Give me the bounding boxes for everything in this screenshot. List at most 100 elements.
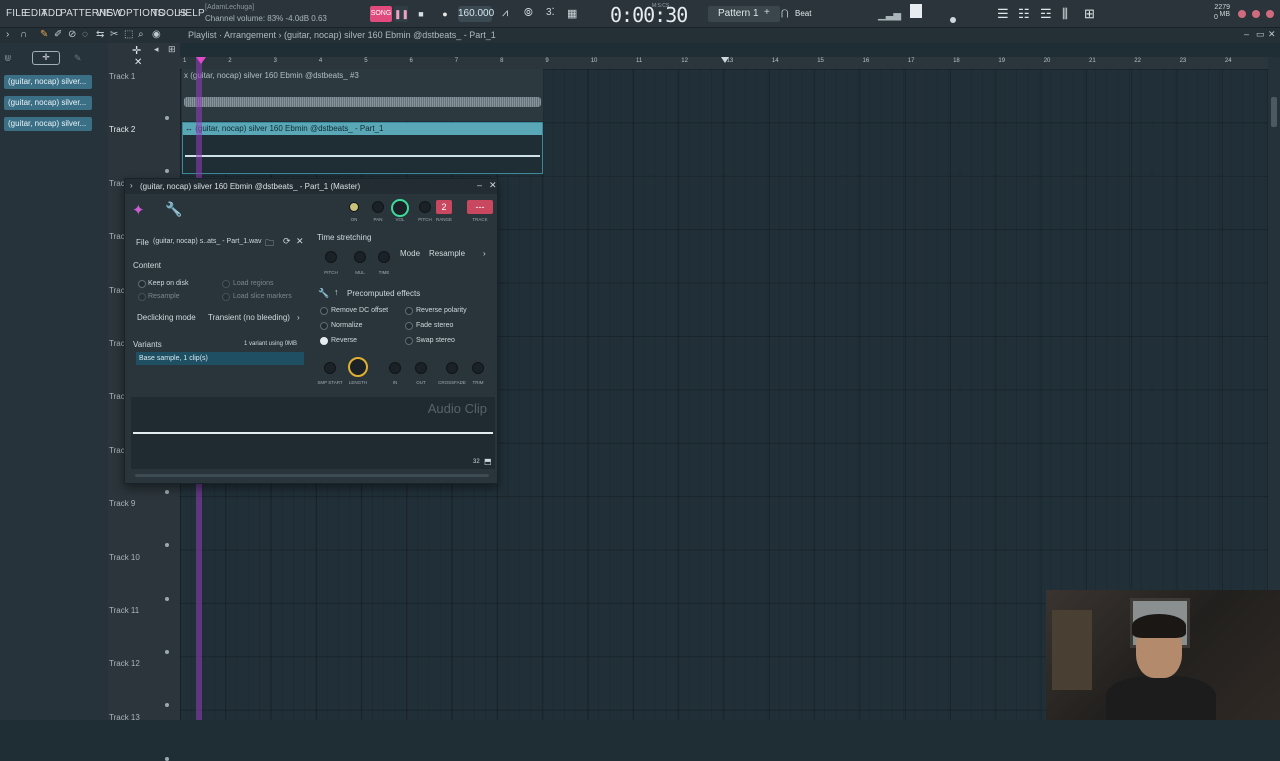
piano-roll-icon[interactable]: ☷ [1018,6,1030,22]
variant-list-item[interactable]: Base sample, 1 clip(s) [136,352,304,365]
remove-dc-radio[interactable] [320,307,328,315]
track-label[interactable]: Track 9 [109,499,135,508]
sample-waveform-view[interactable]: Audio Clip 32 ⬒ [131,397,495,469]
normalize-radio[interactable] [320,322,328,330]
track-options-icon[interactable]: ◂ [154,44,159,55]
select-tool-icon[interactable]: ⬚ [124,29,133,40]
close-x-icon[interactable]: ✕ [134,57,142,68]
waveform-scrollbar[interactable] [135,474,489,477]
browser-edit-icon[interactable]: ✎ [74,53,82,64]
track-label[interactable]: Track 13 [109,713,140,722]
volume-knob[interactable] [391,199,409,217]
paint-tool-icon[interactable]: ✐ [54,29,62,40]
reload-icon[interactable]: ⟳ [283,236,291,247]
zoom-tool-icon[interactable]: ⌕ [138,29,144,40]
slice-tool-icon[interactable]: ✂ [110,29,118,40]
breadcrumb[interactable]: Playlist · Arrangement › (guitar, nocap)… [188,30,496,40]
zoom-icon[interactable]: ⬒ [484,457,492,466]
add-track-icon[interactable]: ✛ [132,44,141,57]
load-slice-markers-radio[interactable] [222,293,230,301]
chevron-right-icon[interactable]: › [483,249,486,258]
trim-knob[interactable] [472,362,484,374]
pitch-knob[interactable] [419,201,431,213]
ts-mul-knob[interactable] [354,251,366,263]
file-name[interactable]: (guitar, nocap) s..ats_ - Part_1.wav [153,238,262,245]
song-time-display[interactable]: 0:00:30 [610,3,688,27]
fade-in-knob[interactable] [389,362,401,374]
browser-mode-button[interactable]: ✛ [32,51,60,65]
minimize-window-icon[interactable]: – [477,180,482,190]
mode-select[interactable]: Resample [429,249,465,258]
expand-arrow-icon[interactable]: › [130,181,133,190]
track-mute-dot[interactable] [165,756,169,761]
magnet-snap-icon[interactable]: ∩ [20,29,27,40]
pan-knob[interactable] [372,201,384,213]
arrow-right-icon[interactable]: › [6,29,9,40]
track-label[interactable]: Track 11 [109,606,139,615]
track-label[interactable]: Track 2 [109,125,135,134]
close-icon[interactable] [1266,10,1274,18]
playlist-icon[interactable]: ☰ [997,6,1009,22]
pitch-range-value[interactable]: 2 [436,200,452,214]
mute-tool-icon[interactable]: ◌ [82,29,88,40]
marker-triangle-icon[interactable] [721,57,729,63]
fade-out-knob[interactable] [415,362,427,374]
reverse-polarity-radio[interactable] [405,307,413,315]
track-label[interactable]: Track 1 [109,72,135,81]
minimize-playlist-icon[interactable]: – [1244,29,1249,39]
clear-file-icon[interactable]: ✕ [296,236,304,247]
wrench-small-icon[interactable]: 🔧 [318,288,329,299]
sample-start-knob[interactable] [324,362,336,374]
record-button[interactable]: ● [438,6,452,22]
window-title[interactable]: (guitar, nocap) silver 160 Ebmin @dstbea… [125,179,497,194]
swap-stereo-radio[interactable] [405,337,413,345]
track-mute-dot[interactable] [165,596,169,601]
stop-button[interactable]: ■ [414,6,428,22]
resample-radio[interactable] [138,293,146,301]
audio-clip-icon[interactable]: ✦ [132,201,145,219]
track-label[interactable]: Track 12 [109,659,140,668]
browser-filter-icon[interactable]: ⋓ [4,53,24,65]
declicking-select[interactable]: Transient (no bleeding) [208,313,290,322]
draw-tool-icon[interactable]: ✎ [40,29,48,40]
add-pattern-icon[interactable]: + [764,7,770,18]
crossfade-knob[interactable] [446,362,458,374]
track-menu-icon[interactable]: ⊞ [168,44,176,55]
countdown-icon[interactable]: 3⁚ [546,7,555,18]
scroll-thumb[interactable] [1271,97,1277,127]
audio-clip-track1[interactable]: x (guitar, nocap) silver 160 Ebmin @dstb… [182,69,543,121]
channel-on-toggle[interactable] [349,202,359,212]
browser-icon[interactable]: ⊞ [1084,6,1095,22]
close-window-icon[interactable]: ✕ [489,180,497,191]
track-mute-dot[interactable] [165,489,169,494]
metronome-icon[interactable]: ⩘ [502,7,508,20]
chevron-right-icon[interactable]: › [297,313,300,322]
browser-item[interactable]: (guitar, nocap) silver... [4,117,92,131]
typing-keyboard-icon[interactable]: ▦ [567,7,577,20]
playback-tool-icon[interactable]: ◉ [152,29,161,40]
fade-stereo-radio[interactable] [405,322,413,330]
browser-item[interactable]: (guitar, nocap) silver... [4,96,92,110]
load-regions-radio[interactable] [222,280,230,288]
snap-selector[interactable]: Beat [795,9,811,18]
song-mode-button[interactable]: SONG [370,6,392,22]
track-label[interactable]: Track 10 [109,553,140,562]
arrow-up-icon[interactable]: ↑ [334,287,339,297]
mixer-icon[interactable]: ⫼ [1062,6,1068,22]
wrench-icon[interactable]: 🔧 [165,201,182,218]
slip-tool-icon[interactable]: ⇆ [96,29,104,40]
ts-pitch-knob[interactable] [325,251,337,263]
track-mute-dot[interactable] [165,116,169,120]
audio-clip-track2[interactable]: ↔ (guitar, nocap) silver 160 Ebmin @dstb… [182,122,543,174]
maximize-icon[interactable] [1252,10,1260,18]
wait-record-icon[interactable]: ⦾ [524,7,533,20]
mixer-track-value[interactable]: --- [467,200,493,214]
browser-item[interactable]: (guitar, nocap) silver... [4,75,92,89]
magnet-icon[interactable]: ⋂ [781,8,788,19]
channel-rack-icon[interactable]: ☲ [1040,6,1052,22]
delete-tool-icon[interactable]: ⊘ [68,29,76,40]
tempo-display[interactable]: 160.000 [458,6,494,22]
menu-help[interactable]: HELP [178,8,205,19]
pause-button[interactable]: ❚❚ [394,6,409,22]
length-knob[interactable] [348,357,368,377]
